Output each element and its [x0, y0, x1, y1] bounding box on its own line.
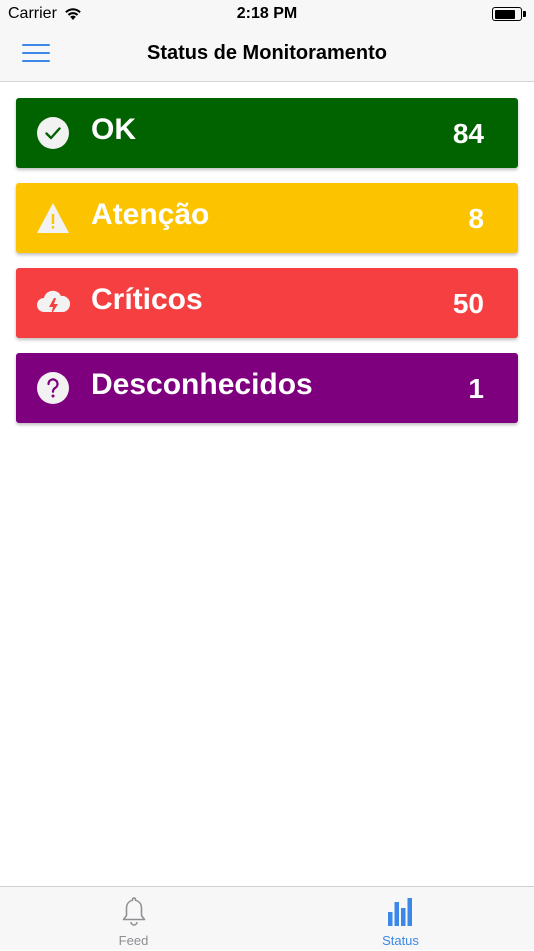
- status-bar: Carrier 2:18 PM: [0, 0, 534, 28]
- status-card-desconhecidos[interactable]: Desconhecidos 1: [16, 353, 518, 423]
- warning-triangle-icon: [37, 203, 69, 233]
- question-circle-icon: [37, 372, 69, 404]
- navigation-bar: Status de Monitoramento: [0, 28, 534, 82]
- status-count: 84: [452, 118, 484, 149]
- status-label: Críticos: [91, 283, 203, 316]
- status-count: 8: [468, 203, 484, 234]
- status-card-atencao[interactable]: Atenção 8: [16, 183, 518, 253]
- status-card-list: OK 84 Atenção 8 Críticos 50 Desconhecido…: [16, 98, 518, 438]
- bell-icon: [122, 897, 146, 926]
- storm-cloud-icon: [37, 290, 70, 315]
- status-card-criticos[interactable]: Críticos 50: [16, 268, 518, 338]
- status-label: OK: [91, 113, 136, 146]
- tab-feed[interactable]: Feed: [0, 887, 267, 951]
- clock: 2:18 PM: [236, 5, 298, 22]
- page-title: Status de Monitoramento: [146, 42, 387, 64]
- status-count: 50: [452, 288, 484, 319]
- tab-label: Status: [382, 933, 419, 948]
- check-circle-icon: [37, 117, 69, 149]
- tab-label: Feed: [118, 933, 149, 948]
- status-card-ok[interactable]: OK 84: [16, 98, 518, 168]
- bar-chart-icon: [388, 898, 412, 926]
- battery-icon: [492, 7, 526, 21]
- tab-bar: Feed Status: [0, 886, 534, 950]
- status-count: 1: [468, 373, 484, 404]
- tab-status[interactable]: Status: [267, 887, 534, 951]
- status-label: Desconhecidos: [91, 368, 313, 401]
- status-label: Atenção: [91, 198, 210, 231]
